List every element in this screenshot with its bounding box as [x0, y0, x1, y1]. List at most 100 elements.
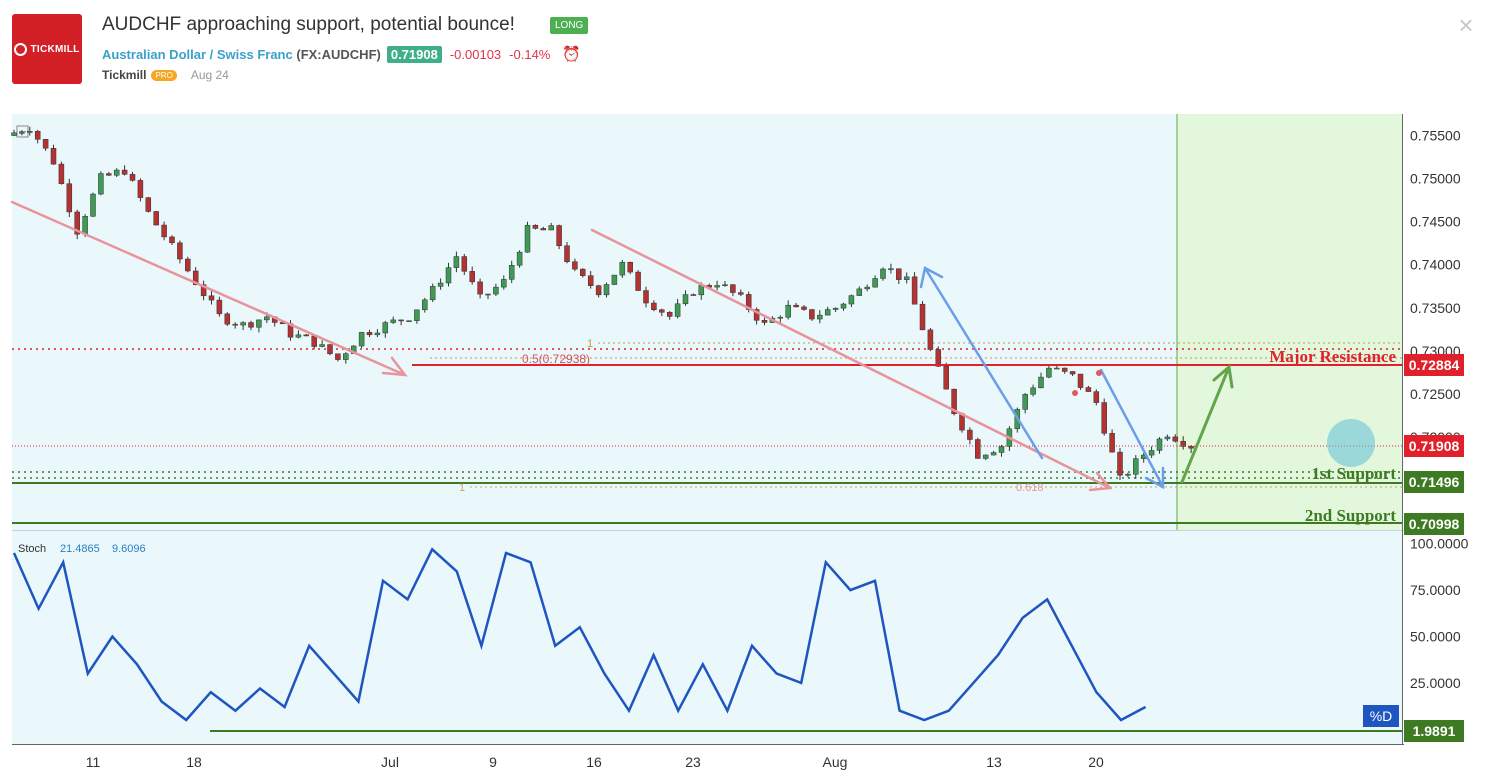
candle-bear	[911, 276, 918, 305]
candle-bear	[335, 353, 341, 360]
candle-bear	[216, 299, 223, 315]
candle-bear	[50, 148, 57, 165]
fib-label-618: 0.618	[1016, 482, 1044, 494]
candle-bear	[1117, 451, 1123, 476]
time-tick-label: Jul	[381, 754, 399, 770]
candle-bear	[137, 180, 144, 198]
candle-bull	[382, 322, 389, 334]
candle-bull	[406, 320, 412, 322]
candle-bear	[659, 309, 665, 313]
time-tick-label: 20	[1088, 754, 1104, 770]
second-support-price-text: 0.70998	[1409, 516, 1460, 532]
time-axis-ticks: 11 18 Jul 9 16 23 Aug 13 20	[86, 754, 1104, 770]
candle-bear	[730, 284, 736, 293]
candle-bear	[303, 334, 310, 337]
candle-bear	[556, 225, 562, 247]
candle-bear	[327, 344, 333, 355]
stoch-tick-label: 100.0000	[1410, 536, 1469, 552]
candle-bear	[66, 183, 73, 213]
candle-bull	[848, 295, 855, 305]
candle-bull	[840, 303, 847, 309]
stoch-indicator-label[interactable]: Stoch	[18, 543, 46, 555]
second-support-label: 2nd Support	[1305, 506, 1397, 525]
candle-bull	[82, 216, 88, 235]
candle-bear	[1061, 367, 1068, 372]
time-tick-label: Aug	[823, 754, 848, 770]
stoch-d-tag-text: %D	[1370, 708, 1393, 724]
candle-bear	[1093, 391, 1100, 403]
candle-bull	[11, 132, 17, 136]
time-tick-label: 9	[489, 754, 497, 770]
candle-bull	[295, 334, 302, 338]
candle-bear	[145, 197, 152, 212]
candle-bear	[927, 329, 934, 350]
candle-bull	[508, 265, 515, 280]
highlight-circle	[1327, 419, 1375, 467]
stoch-tick-label: 25.0000	[1410, 675, 1461, 691]
candle-bull	[319, 344, 325, 347]
stoch-pane	[12, 531, 1402, 744]
candle-bull	[832, 307, 839, 310]
fib-label-top: 1	[587, 338, 593, 350]
candle-bear	[651, 302, 657, 311]
candle-bear	[153, 211, 159, 226]
time-tick-label: 11	[86, 754, 101, 770]
candle-bull	[785, 304, 791, 318]
candle-bear	[1077, 373, 1084, 388]
candle-bull	[516, 251, 523, 266]
candle-bull	[880, 268, 886, 279]
candle-bear	[311, 335, 317, 347]
major-resistance-label: Major Resistance	[1269, 347, 1396, 366]
candle-bull	[1046, 367, 1052, 378]
stoch-tick-label: 50.0000	[1410, 629, 1461, 645]
candle-bear	[232, 323, 238, 326]
candle-bear	[461, 256, 468, 272]
candle-bull	[374, 332, 381, 336]
candle-bull	[445, 267, 452, 284]
candle-bear	[1085, 387, 1092, 392]
chart-canvas: 0.755000.750000.745000.740000.735000.730…	[10, 114, 1469, 770]
candle-bear	[587, 275, 594, 286]
candle-bull	[524, 224, 531, 253]
candle-bull	[1030, 387, 1036, 395]
candle-bull	[619, 261, 626, 276]
candle-bear	[477, 281, 483, 295]
candle-bear	[564, 245, 570, 262]
candle-bull	[714, 285, 720, 288]
candle-bear	[1101, 402, 1107, 434]
candle-bull	[1125, 473, 1131, 476]
candle-bear	[185, 258, 191, 272]
candle-bear	[967, 429, 973, 440]
first-support-label: 1st Support	[1311, 464, 1396, 483]
candle-bear	[398, 319, 404, 322]
candle-bull	[603, 284, 610, 296]
candle-bull	[611, 274, 618, 285]
candle-bull	[358, 332, 365, 347]
price-tick-label: 0.74500	[1410, 214, 1461, 230]
candle-bull	[856, 288, 863, 296]
candle-bear	[1180, 440, 1186, 447]
candle-bull	[493, 286, 499, 295]
candle-bear	[177, 242, 183, 260]
fib-label-bottom: 1	[459, 482, 465, 494]
candle-bear	[540, 228, 547, 231]
candle-bear	[169, 236, 175, 244]
candle-bull	[682, 294, 689, 305]
candle-bull	[1133, 458, 1139, 475]
price-tick-label: 0.72500	[1410, 386, 1461, 402]
price-tick-label: 0.75500	[1410, 128, 1461, 144]
candle-bear	[919, 303, 926, 331]
candle-bull	[888, 268, 894, 270]
price-tick-label: 0.73500	[1410, 300, 1461, 316]
candle-bull	[422, 299, 428, 311]
candle-bull	[1156, 438, 1163, 451]
candle-bear	[532, 224, 539, 229]
candle-bull	[1038, 376, 1044, 389]
candle-bull	[990, 452, 997, 456]
candle-bull	[1164, 436, 1171, 440]
candle-bear	[42, 139, 49, 149]
candle-bear	[129, 174, 136, 181]
candle-bear	[761, 320, 768, 323]
candle-bear	[34, 131, 41, 140]
stoch-d-value: 9.6096	[112, 543, 146, 555]
